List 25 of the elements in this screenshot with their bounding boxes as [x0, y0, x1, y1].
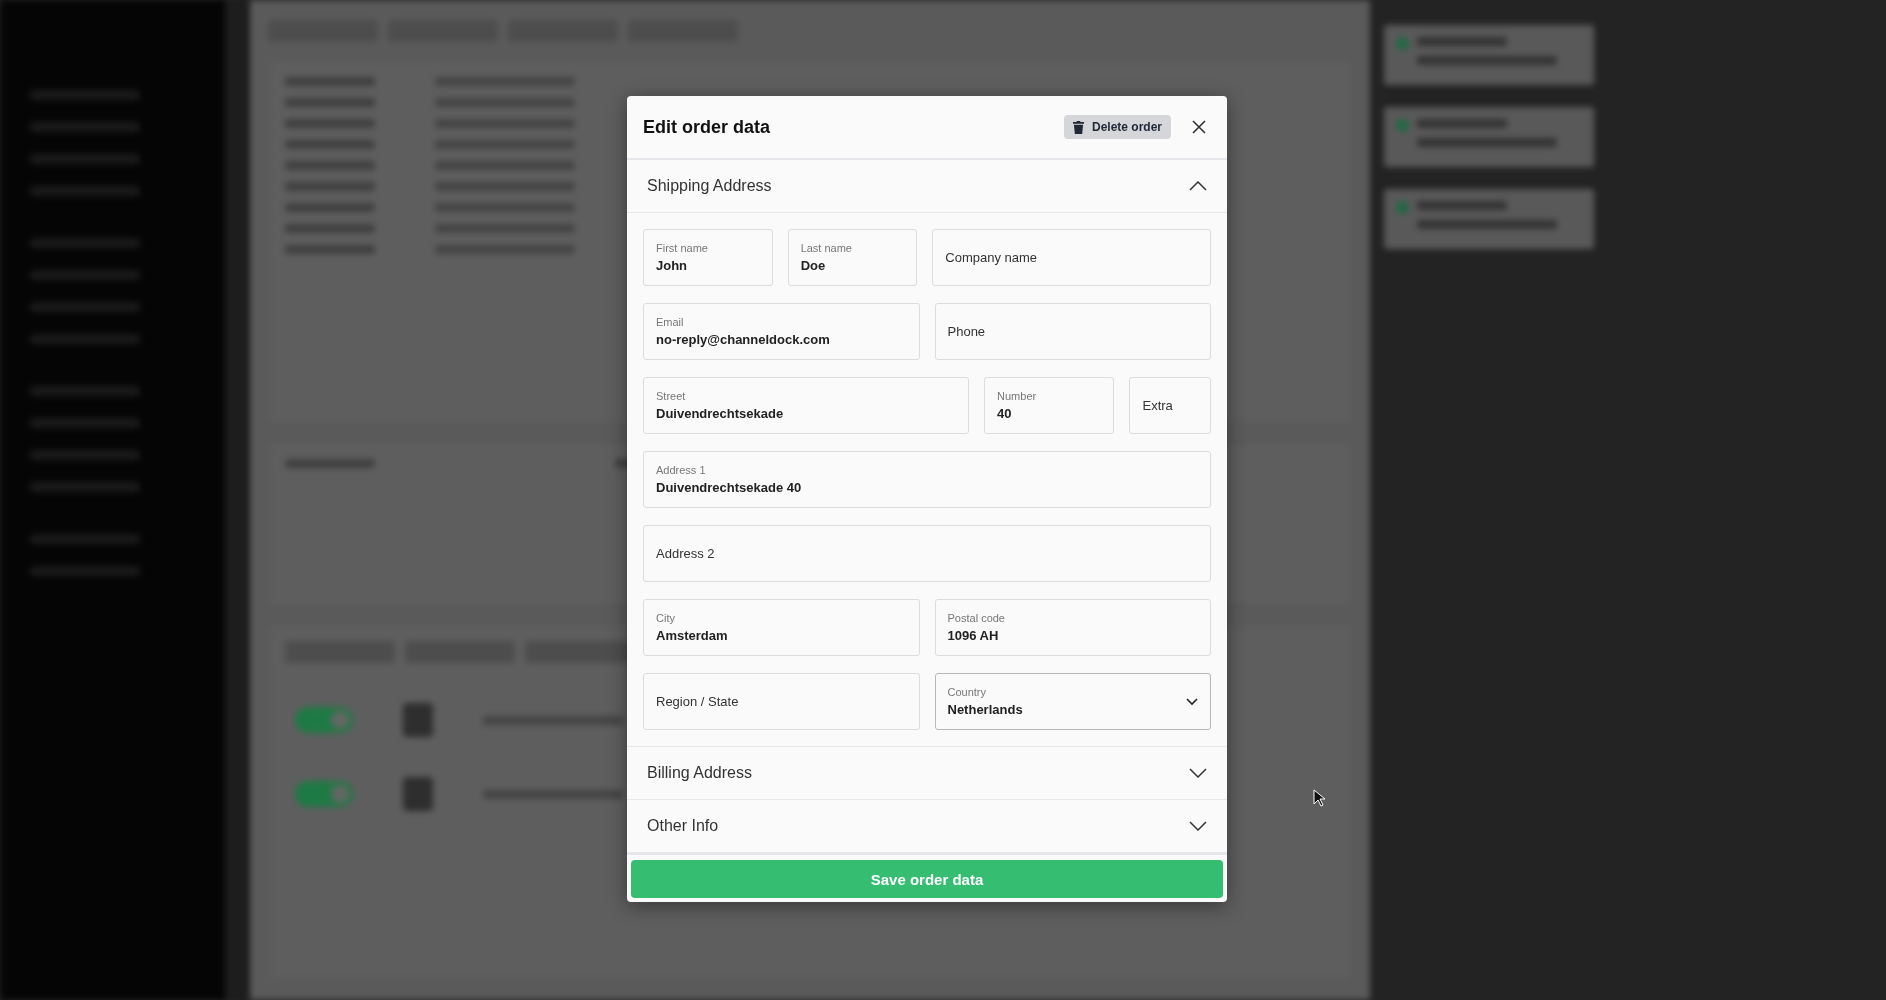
delete-order-button[interactable]: Delete order	[1063, 115, 1171, 139]
input-field[interactable]: Street Duivendrechtsekade	[643, 377, 970, 434]
input-field[interactable]: Company name	[932, 229, 1211, 286]
chevron-down-icon	[1189, 821, 1207, 831]
input-field[interactable]: City Amsterdam	[643, 599, 920, 656]
input-field[interactable]: Number 40	[984, 377, 1115, 434]
input-field[interactable]: Postal code 1096 AH	[934, 599, 1211, 656]
cursor-icon	[1313, 789, 1325, 807]
input-field[interactable]: Email no-reply@channeldock.com	[643, 303, 920, 360]
country-select[interactable]: Country Netherlands	[934, 673, 1211, 730]
input-field[interactable]: First name John	[643, 229, 773, 286]
chevron-down-icon	[1186, 697, 1198, 706]
input-field[interactable]: Extra	[1129, 377, 1211, 434]
accordion-header[interactable]: Billing Address	[627, 747, 1227, 800]
accordion-header[interactable]: Other Info	[627, 800, 1227, 853]
input-field[interactable]: Address 1 Duivendrechtsekade 40	[643, 451, 1211, 508]
trash-icon	[1072, 120, 1084, 134]
input-field[interactable]: Region / State	[643, 673, 920, 730]
input-field[interactable]: Address 2	[643, 525, 1211, 582]
chevron-down-icon	[1189, 768, 1207, 778]
input-field[interactable]: Phone	[934, 303, 1211, 360]
dialog-title: Edit order data	[643, 116, 772, 138]
input-field[interactable]: Last name Doe	[787, 229, 918, 286]
accordion-header[interactable]: Shipping Address	[627, 160, 1227, 213]
chevron-up-icon	[1189, 181, 1207, 191]
